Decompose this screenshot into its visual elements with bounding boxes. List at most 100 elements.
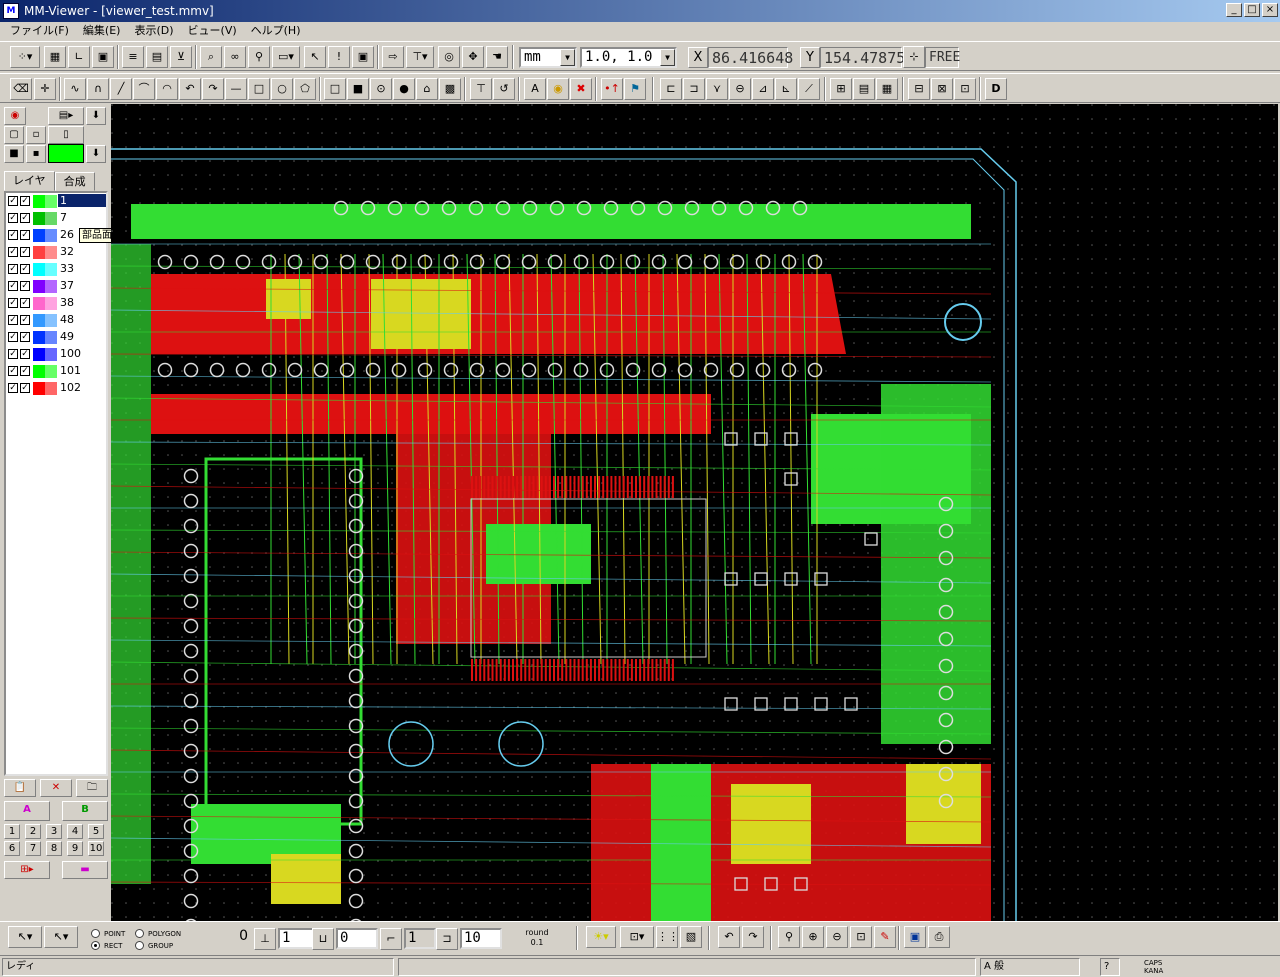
layer-a-icon[interactable]: A [4, 801, 50, 821]
zoom-in-icon[interactable]: ⊕ [802, 926, 824, 948]
dim4-icon[interactable]: ⊖ [729, 78, 751, 100]
scale-icon[interactable]: ▭▾ [272, 46, 300, 68]
dim5-icon[interactable]: ⊿ [752, 78, 774, 100]
rect-outline-icon[interactable]: □ [324, 78, 346, 100]
offset-field[interactable]: 1 [404, 928, 436, 949]
dome-icon[interactable]: ⌂ [416, 78, 438, 100]
layer-visible-checkbox[interactable]: ✓ [8, 298, 18, 308]
layer-props-icon[interactable]: ▤▸ [48, 107, 84, 125]
select-pointer2-icon[interactable]: ↖▾ [44, 926, 78, 948]
marker-icon[interactable]: ◉ [547, 78, 569, 100]
layer-color-swatch-alt[interactable] [45, 229, 57, 242]
hatch-icon[interactable]: ▩ [439, 78, 461, 100]
layer-color-swatch[interactable] [33, 382, 45, 395]
dim3-icon[interactable]: ⋎ [706, 78, 728, 100]
minimize-button[interactable]: _ [1226, 3, 1242, 17]
label1-icon[interactable]: ⊟ [908, 78, 930, 100]
layer-row[interactable]: ✓ ✓ 1 [6, 193, 106, 210]
crosshair-icon[interactable]: ✛ [34, 78, 56, 100]
layer-number-button[interactable]: 10 [88, 841, 104, 856]
eraser-icon[interactable]: ⌫ [10, 78, 32, 100]
arc4-icon[interactable]: ↷ [202, 78, 224, 100]
app-icon[interactable]: M [3, 3, 19, 19]
layer-visible-checkbox[interactable]: ✓ [8, 264, 18, 274]
line-icon[interactable]: ╱ [110, 78, 132, 100]
layer-color-swatch-alt[interactable] [45, 246, 57, 259]
layer-select-checkbox[interactable]: ✓ [20, 230, 30, 240]
zoom-fit-icon[interactable]: ⊡ [850, 926, 872, 948]
dim2-icon[interactable]: ⊐ [683, 78, 705, 100]
layer-color-swatch-alt[interactable] [45, 195, 57, 208]
grid-dots-icon[interactable]: ⁘▾ [10, 46, 40, 68]
outline-mode-icon[interactable]: ▢ [4, 126, 24, 144]
layer-color-swatch-alt[interactable] [45, 365, 57, 378]
color-arrow-icon[interactable]: ⬇ [86, 145, 106, 163]
layer-select-checkbox[interactable]: ✓ [20, 332, 30, 342]
menu-display[interactable]: 表示(D) [128, 22, 179, 40]
close-button[interactable]: × [1262, 3, 1278, 17]
find-icon[interactable]: ⌕ [200, 46, 222, 68]
layer-color-swatch[interactable] [33, 195, 45, 208]
part2-icon[interactable]: ▤ [853, 78, 875, 100]
layer-color-swatch-alt[interactable] [45, 297, 57, 310]
diameter-icon[interactable]: ⊐ [436, 928, 458, 950]
layer-color-swatch-alt[interactable] [45, 263, 57, 276]
layer-toggle-icon[interactable]: ⊞▸ [4, 861, 50, 879]
layer-color-swatch-alt[interactable] [45, 331, 57, 344]
zoom-out-icon[interactable]: ⊖ [826, 926, 848, 948]
zoom-icon[interactable]: ⚲ [778, 926, 800, 948]
layer-select-checkbox[interactable]: ✓ [20, 366, 30, 376]
board-outline-icon[interactable]: ▣ [92, 46, 114, 68]
new-layer-icon[interactable]: ▯ [48, 126, 84, 144]
layer-b-icon[interactable]: B [62, 801, 108, 821]
arc3-icon[interactable]: ↶ [179, 78, 201, 100]
menu-view[interactable]: ビュー(V) [182, 22, 243, 40]
paste-icon[interactable]: 📋 [4, 779, 36, 797]
layer-visible-checkbox[interactable]: ✓ [8, 247, 18, 257]
flag-icon[interactable]: ⚑ [624, 78, 646, 100]
layer-number-button[interactable]: 8 [46, 841, 62, 856]
save-icon[interactable]: ▣ [904, 926, 926, 948]
hline-icon[interactable]: — [225, 78, 247, 100]
active-color-swatch[interactable] [48, 144, 84, 163]
layer-color-swatch[interactable] [33, 297, 45, 310]
grid-toggle-icon[interactable]: ⋮⋮ [656, 926, 679, 948]
palette-icon[interactable]: ▧ [680, 926, 702, 948]
layer-visible-checkbox[interactable]: ✓ [8, 332, 18, 342]
layer-visible-checkbox[interactable]: ✓ [8, 281, 18, 291]
tee-icon[interactable]: ⊤ [470, 78, 492, 100]
layer-color-swatch[interactable] [33, 263, 45, 276]
polyline-icon[interactable]: ∿ [64, 78, 86, 100]
layer-number-button[interactable]: 3 [46, 824, 62, 839]
layer-visible-checkbox[interactable]: ✓ [8, 349, 18, 359]
layer-number-button[interactable]: 5 [88, 824, 104, 839]
diameter-field[interactable]: 10 [460, 928, 502, 949]
layer-icon[interactable]: ≡ [122, 46, 144, 68]
layer-number-button[interactable]: 7 [25, 841, 41, 856]
delete-layer-icon[interactable]: ✕ [40, 779, 72, 797]
circle-fill-icon[interactable]: ● [393, 78, 415, 100]
grid-lines-icon[interactable]: ▦ [44, 46, 66, 68]
unit-select[interactable]: mm ▼ [519, 47, 577, 68]
arc2-icon[interactable]: ◠ [156, 78, 178, 100]
snap-grid-icon[interactable]: ⊡▾ [620, 926, 654, 948]
pcb-canvas[interactable] [111, 104, 1278, 921]
layer-color-swatch[interactable] [33, 331, 45, 344]
grid-select[interactable]: 1.0, 1.0 ▼ [580, 47, 677, 68]
radio-polygon[interactable] [135, 929, 144, 938]
dim6-icon[interactable]: ⊾ [775, 78, 797, 100]
layer-color-swatch-alt[interactable] [45, 382, 57, 395]
layer-number-button[interactable]: 4 [67, 824, 83, 839]
offset-icon[interactable]: ⌐ [380, 928, 402, 950]
undo-icon[interactable]: ↶ [718, 926, 740, 948]
layer-row[interactable]: ✓ ✓ 102 [6, 380, 106, 397]
layer-select-checkbox[interactable]: ✓ [20, 196, 30, 206]
layer-row[interactable]: ✓ ✓ 49 [6, 329, 106, 346]
spacing-icon[interactable]: ⊔ [312, 928, 334, 950]
help-icon[interactable]: ? [1100, 958, 1120, 976]
circle-icon[interactable]: ○ [271, 78, 293, 100]
layer-row[interactable]: ✓ ✓ 7 [6, 210, 106, 227]
layer-color-swatch-alt[interactable] [45, 280, 57, 293]
redo-icon[interactable]: ↷ [742, 926, 764, 948]
rect-fill-icon[interactable]: ■ [347, 78, 369, 100]
